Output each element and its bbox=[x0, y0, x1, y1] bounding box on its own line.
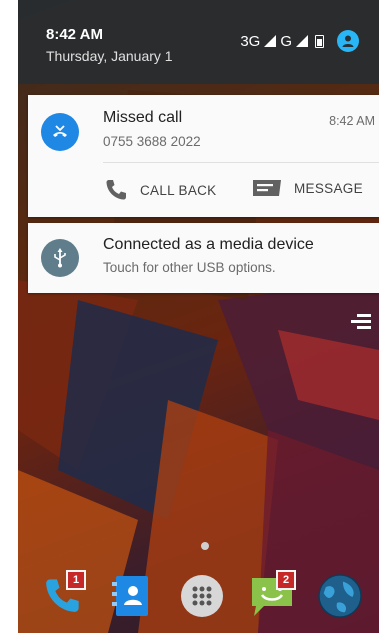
dock: 1 2 bbox=[18, 568, 379, 633]
call-back-label: CALL BACK bbox=[140, 182, 217, 198]
clear-all-notifications-icon[interactable] bbox=[351, 314, 371, 330]
messaging-badge: 2 bbox=[276, 570, 296, 590]
signal-strength-icon-2 bbox=[296, 35, 308, 47]
clock-date[interactable]: Thursday, January 1 bbox=[46, 48, 173, 64]
network-type-g: G bbox=[280, 32, 292, 50]
message-button[interactable]: MESSAGE bbox=[252, 178, 363, 198]
notification-subtitle: Touch for other USB options. bbox=[103, 260, 276, 275]
notification-shade-header: 8:42 AM Thursday, January 1 3G G bbox=[18, 0, 379, 84]
clock-time: 8:42 AM bbox=[46, 26, 103, 43]
messaging-app-icon[interactable]: 2 bbox=[250, 570, 296, 618]
message-label: MESSAGE bbox=[294, 180, 363, 196]
usb-icon bbox=[41, 239, 79, 277]
status-icons: 3G G bbox=[240, 30, 359, 52]
page-indicator bbox=[201, 542, 209, 550]
notification-title: Missed call bbox=[103, 109, 183, 126]
network-type-3g: 3G bbox=[240, 32, 261, 50]
divider bbox=[103, 162, 379, 163]
app-drawer-icon[interactable] bbox=[180, 574, 224, 618]
call-back-button[interactable]: CALL BACK bbox=[104, 178, 216, 202]
caller-number: 0755 3688 2022 bbox=[103, 134, 201, 149]
notification-title: Connected as a media device bbox=[103, 236, 314, 253]
signal-strength-icon bbox=[264, 35, 277, 47]
notification-time: 8:42 AM bbox=[329, 114, 375, 128]
browser-app-icon[interactable] bbox=[318, 574, 362, 618]
home-screen: 8:42 AM Thursday, January 1 3G G Missed … bbox=[18, 0, 379, 633]
usb-connection-notification[interactable]: Connected as a media device Touch for ot… bbox=[28, 223, 379, 293]
contacts-app-icon[interactable] bbox=[110, 574, 154, 618]
battery-icon bbox=[315, 34, 324, 48]
phone-icon bbox=[106, 180, 126, 200]
missed-call-icon bbox=[41, 113, 79, 151]
missed-call-notification[interactable]: Missed call 0755 3688 2022 8:42 AM CALL … bbox=[28, 95, 379, 217]
user-avatar-icon[interactable] bbox=[337, 30, 359, 52]
phone-app-icon[interactable]: 1 bbox=[40, 570, 86, 618]
phone-badge: 1 bbox=[66, 570, 86, 590]
message-icon bbox=[253, 180, 281, 196]
